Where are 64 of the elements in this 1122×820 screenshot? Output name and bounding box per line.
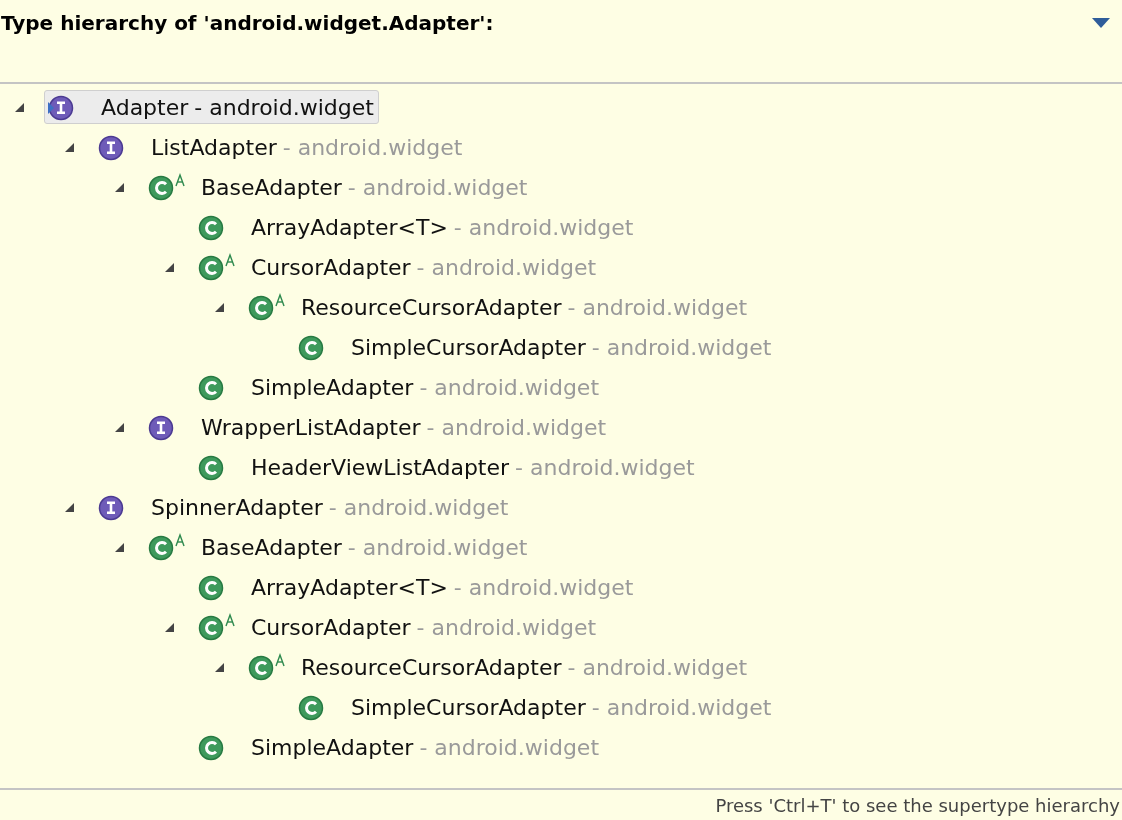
package-name: - android.widget — [453, 213, 634, 242]
type-name: ResourceCursorAdapter — [301, 293, 562, 322]
package-name: - android.widget — [328, 493, 509, 522]
tree-item[interactable]: ResourceCursorAdapter - android.widget — [244, 290, 753, 324]
type-name: SimpleCursorAdapter — [351, 693, 586, 722]
tree-item[interactable]: SimpleAdapter - android.widget — [194, 730, 604, 764]
type-name: ResourceCursorAdapter — [301, 653, 562, 682]
type-name: ArrayAdapter<T> — [251, 573, 448, 602]
expanded-triangle-icon[interactable] — [214, 661, 225, 673]
type-name: WrapperListAdapter — [201, 413, 421, 442]
tree-item[interactable]: HeaderViewListAdapter - android.widget — [194, 450, 700, 484]
tree-item[interactable]: Adapter - android.widget — [44, 90, 379, 124]
expanded-triangle-icon[interactable] — [164, 261, 175, 273]
tree-item[interactable]: CursorAdapter - android.widget — [194, 250, 602, 284]
tree-item[interactable]: SpinnerAdapter - android.widget — [94, 490, 514, 524]
type-name: SimpleAdapter — [251, 733, 414, 762]
type-name: BaseAdapter — [201, 173, 342, 202]
type-name: HeaderViewListAdapter — [251, 453, 510, 482]
tree-item[interactable]: ArrayAdapter<T> - android.widget — [194, 210, 639, 244]
expanded-triangle-icon[interactable] — [64, 501, 75, 513]
type-name: CursorAdapter — [251, 253, 411, 282]
expanded-triangle-icon[interactable] — [164, 621, 175, 633]
package-name: - android.widget — [567, 653, 748, 682]
package-name: - android.widget — [515, 453, 695, 482]
tree-item[interactable]: BaseAdapter - android.widget — [144, 530, 533, 564]
expanded-triangle-icon[interactable] — [114, 181, 125, 193]
type-name: SpinnerAdapter — [151, 493, 323, 522]
type-name: Adapter — [101, 93, 189, 122]
package-name: - android.widget — [416, 613, 597, 642]
tree-item[interactable]: WrapperListAdapter - android.widget — [144, 410, 612, 444]
tree-item[interactable]: SimpleCursorAdapter - android.widget — [294, 330, 777, 364]
package-name: - android.widget — [426, 413, 607, 442]
package-name: - android.widget — [416, 253, 597, 282]
tree-item[interactable]: BaseAdapter - android.widget — [144, 170, 533, 204]
view-menu-icon[interactable] — [1091, 17, 1111, 29]
expanded-triangle-icon[interactable] — [14, 101, 25, 113]
footer-hint: Press 'Ctrl+T' to see the supertype hierarchy — [715, 793, 1120, 818]
package-name: - android.widget — [591, 333, 772, 362]
type-name: BaseAdapter — [201, 533, 342, 562]
package-name: - android.widget — [453, 573, 634, 602]
type-name: ArrayAdapter<T> — [251, 213, 448, 242]
tree-item[interactable]: SimpleCursorAdapter - android.widget — [294, 690, 777, 724]
type-name: ListAdapter — [151, 133, 277, 162]
tree-item[interactable]: SimpleAdapter - android.widget — [194, 370, 604, 404]
package-name: - android.widget — [282, 133, 463, 162]
package-name: - android.widget — [194, 93, 374, 122]
tree-item[interactable]: ArrayAdapter<T> - android.widget — [194, 570, 639, 604]
tree-item[interactable]: CursorAdapter - android.widget — [194, 610, 602, 644]
package-name: - android.widget — [419, 373, 599, 402]
type-name: SimpleAdapter — [251, 373, 414, 402]
tree-item[interactable]: ListAdapter - android.widget — [94, 130, 468, 164]
expanded-triangle-icon[interactable] — [114, 421, 125, 433]
type-name: SimpleCursorAdapter — [351, 333, 586, 362]
package-name: - android.widget — [591, 693, 772, 722]
tree-item[interactable]: ResourceCursorAdapter - android.widget — [244, 650, 753, 684]
expanded-triangle-icon[interactable] — [64, 141, 75, 153]
package-name: - android.widget — [567, 293, 748, 322]
package-name: - android.widget — [419, 733, 599, 762]
expanded-triangle-icon[interactable] — [114, 541, 125, 553]
popup-title: Type hierarchy of 'android.widget.Adapter': — [1, 10, 494, 37]
package-name: - android.widget — [347, 173, 528, 202]
type-name: CursorAdapter — [251, 613, 411, 642]
package-name: - android.widget — [347, 533, 528, 562]
expanded-triangle-icon[interactable] — [214, 301, 225, 313]
